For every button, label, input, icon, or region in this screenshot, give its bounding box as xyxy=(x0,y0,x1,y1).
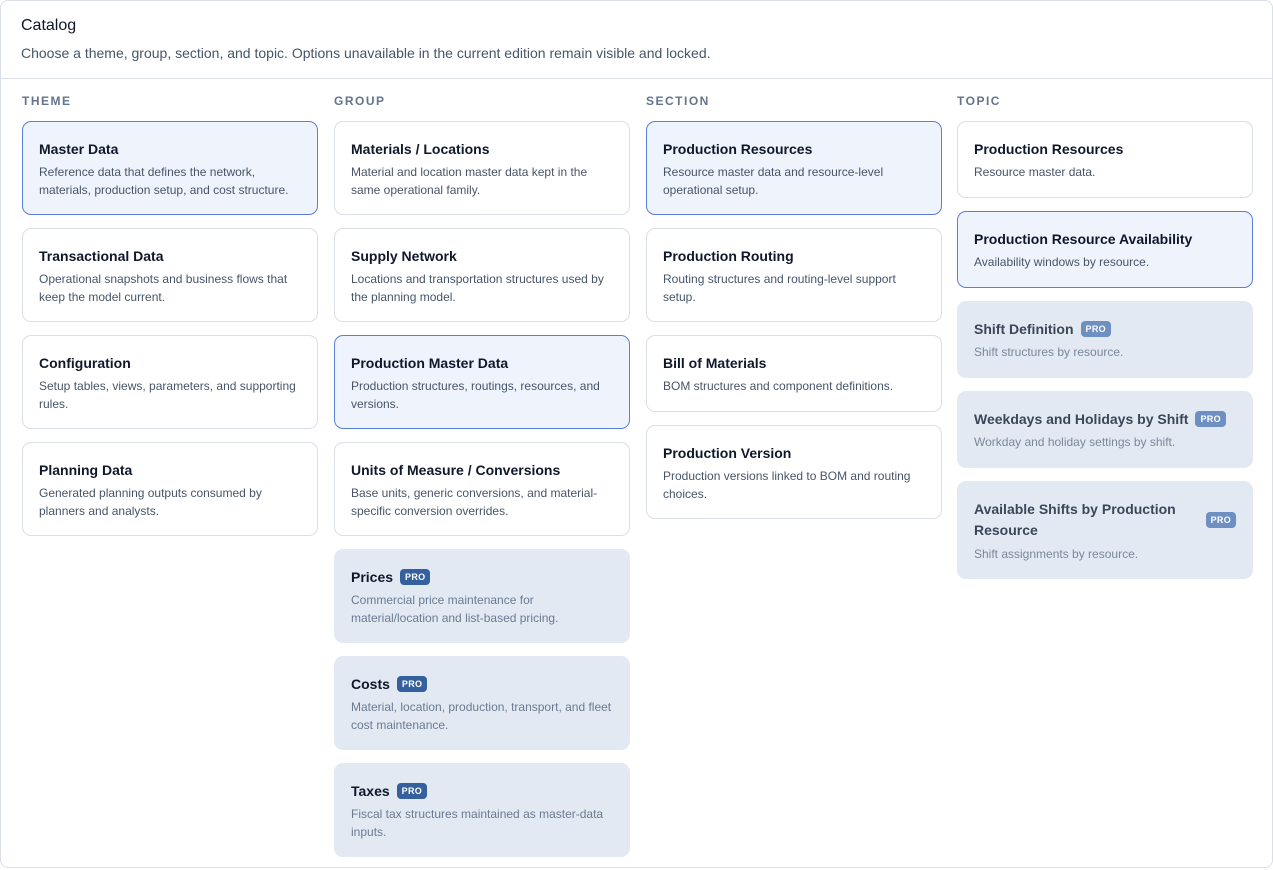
card-description: Routing structures and routing-level sup… xyxy=(663,272,896,304)
card-description: Setup tables, views, parameters, and sup… xyxy=(39,379,296,411)
group-card-materials-locations[interactable]: Materials / Locations Material and locat… xyxy=(334,121,630,215)
theme-card-transactional-data[interactable]: Transactional Data Operational snapshots… xyxy=(22,228,318,322)
card-title: Taxes xyxy=(351,783,390,799)
group-card-costs-locked[interactable]: Costs PRO Material, location, production… xyxy=(334,656,630,750)
topic-card-available-shifts-locked[interactable]: Available Shifts by Production Resource … xyxy=(957,481,1253,579)
group-card-units-of-measure[interactable]: Units of Measure / Conversions Base unit… xyxy=(334,442,630,536)
card-title: Prices xyxy=(351,569,394,585)
card-description: Fiscal tax structures maintained as mast… xyxy=(351,807,604,839)
card-title: Shift Definition xyxy=(974,321,1074,337)
card-description: BOM structures and component definitions… xyxy=(663,379,894,393)
card-title: Available Shifts by Production Resource xyxy=(974,501,1176,538)
pro-badge: PRO xyxy=(1205,512,1236,528)
topic-card-weekdays-holidays-locked[interactable]: Weekdays and Holidays by Shift PRO Workd… xyxy=(957,391,1253,468)
card-title-row: Available Shifts by Production Resource … xyxy=(974,499,1236,541)
page-title: Catalog xyxy=(21,17,77,34)
card-title: Production Version xyxy=(663,445,792,461)
theme-column: THEME Master Data Reference data that de… xyxy=(22,93,318,549)
card-description: Material, location, production, transpor… xyxy=(351,700,612,732)
group-card-supply-network[interactable]: Supply Network Locations and transportat… xyxy=(334,228,630,322)
card-description: Material and location master data kept i… xyxy=(351,165,588,197)
card-description: Operational snapshots and business flows… xyxy=(39,272,288,304)
theme-card-planning-data[interactable]: Planning Data Generated planning outputs… xyxy=(22,442,318,536)
card-description: Shift assignments by resource. xyxy=(974,547,1139,561)
card-title: Production Resources xyxy=(663,141,813,157)
catalog-header: Catalog Choose a theme, group, section, … xyxy=(1,1,1272,79)
pro-badge: PRO xyxy=(1080,321,1111,337)
card-title-row: Prices PRO xyxy=(351,567,613,587)
section-card-production-version[interactable]: Production Version Production versions l… xyxy=(646,425,942,519)
group-heading: GROUP xyxy=(334,94,386,108)
card-description: Reference data that defines the network,… xyxy=(39,165,289,197)
section-card-production-resources[interactable]: Production Resources Resource master dat… xyxy=(646,121,942,215)
topic-card-production-resource-availability[interactable]: Production Resource Availability Availab… xyxy=(957,211,1253,288)
catalog-panel: Catalog Choose a theme, group, section, … xyxy=(0,0,1273,868)
section-heading: SECTION xyxy=(646,94,710,108)
card-description: Workday and holiday settings by shift. xyxy=(974,435,1176,449)
card-title: Costs xyxy=(351,676,390,692)
topic-heading: TOPIC xyxy=(957,94,1001,108)
card-description: Availability windows by resource. xyxy=(974,255,1150,269)
card-title: Bill of Materials xyxy=(663,355,767,371)
group-column: GROUP Materials / Locations Material and… xyxy=(334,93,630,870)
card-description: Generated planning outputs consumed by p… xyxy=(39,486,262,518)
card-title-row: Taxes PRO xyxy=(351,781,613,801)
card-title: Production Master Data xyxy=(351,355,509,371)
card-title: Production Routing xyxy=(663,248,794,264)
card-description: Resource master data. xyxy=(974,165,1096,179)
card-description: Commercial price maintenance for materia… xyxy=(351,593,559,625)
pro-badge: PRO xyxy=(400,569,431,585)
group-card-prices-locked[interactable]: Prices PRO Commercial price maintenance … xyxy=(334,549,630,643)
group-card-taxes-locked[interactable]: Taxes PRO Fiscal tax structures maintain… xyxy=(334,763,630,857)
card-title: Supply Network xyxy=(351,248,457,264)
pro-badge: PRO xyxy=(1195,411,1226,427)
theme-card-master-data[interactable]: Master Data Reference data that defines … xyxy=(22,121,318,215)
topic-column: TOPIC Production Resources Resource mast… xyxy=(957,93,1253,592)
topic-card-production-resources[interactable]: Production Resources Resource master dat… xyxy=(957,121,1253,198)
section-column: SECTION Production Resources Resource ma… xyxy=(646,93,942,532)
section-card-bill-of-materials[interactable]: Bill of Materials BOM structures and com… xyxy=(646,335,942,412)
card-description: Shift structures by resource. xyxy=(974,345,1124,359)
card-title-row: Shift Definition PRO xyxy=(974,319,1236,339)
card-title-row: Costs PRO xyxy=(351,674,613,694)
card-title: Materials / Locations xyxy=(351,141,490,157)
card-title: Production Resources xyxy=(974,141,1124,157)
theme-card-configuration[interactable]: Configuration Setup tables, views, param… xyxy=(22,335,318,429)
pro-badge: PRO xyxy=(396,783,428,799)
group-card-production-master-data[interactable]: Production Master Data Production struct… xyxy=(334,335,630,429)
theme-heading: THEME xyxy=(22,94,72,108)
pro-badge: PRO xyxy=(396,676,428,692)
card-title: Production Resource Availability xyxy=(974,231,1193,247)
card-title: Planning Data xyxy=(39,462,133,478)
card-description: Base units, generic conversions, and mat… xyxy=(351,486,598,518)
card-title: Weekdays and Holidays by Shift xyxy=(974,411,1189,427)
card-title: Units of Measure / Conversions xyxy=(351,462,561,478)
card-description: Production versions linked to BOM and ro… xyxy=(663,469,911,501)
card-title-row: Weekdays and Holidays by Shift PRO xyxy=(974,409,1236,429)
section-card-production-routing[interactable]: Production Routing Routing structures an… xyxy=(646,228,942,322)
card-description: Locations and transportation structures … xyxy=(351,272,604,304)
card-description: Production structures, routings, resourc… xyxy=(351,379,600,411)
card-description: Resource master data and resource-level … xyxy=(663,165,884,197)
card-title: Transactional Data xyxy=(39,248,164,264)
page-subtitle: Choose a theme, group, section, and topi… xyxy=(21,45,711,61)
topic-card-shift-definition-locked[interactable]: Shift Definition PRO Shift structures by… xyxy=(957,301,1253,378)
card-title: Configuration xyxy=(39,355,131,371)
card-title: Master Data xyxy=(39,141,119,157)
